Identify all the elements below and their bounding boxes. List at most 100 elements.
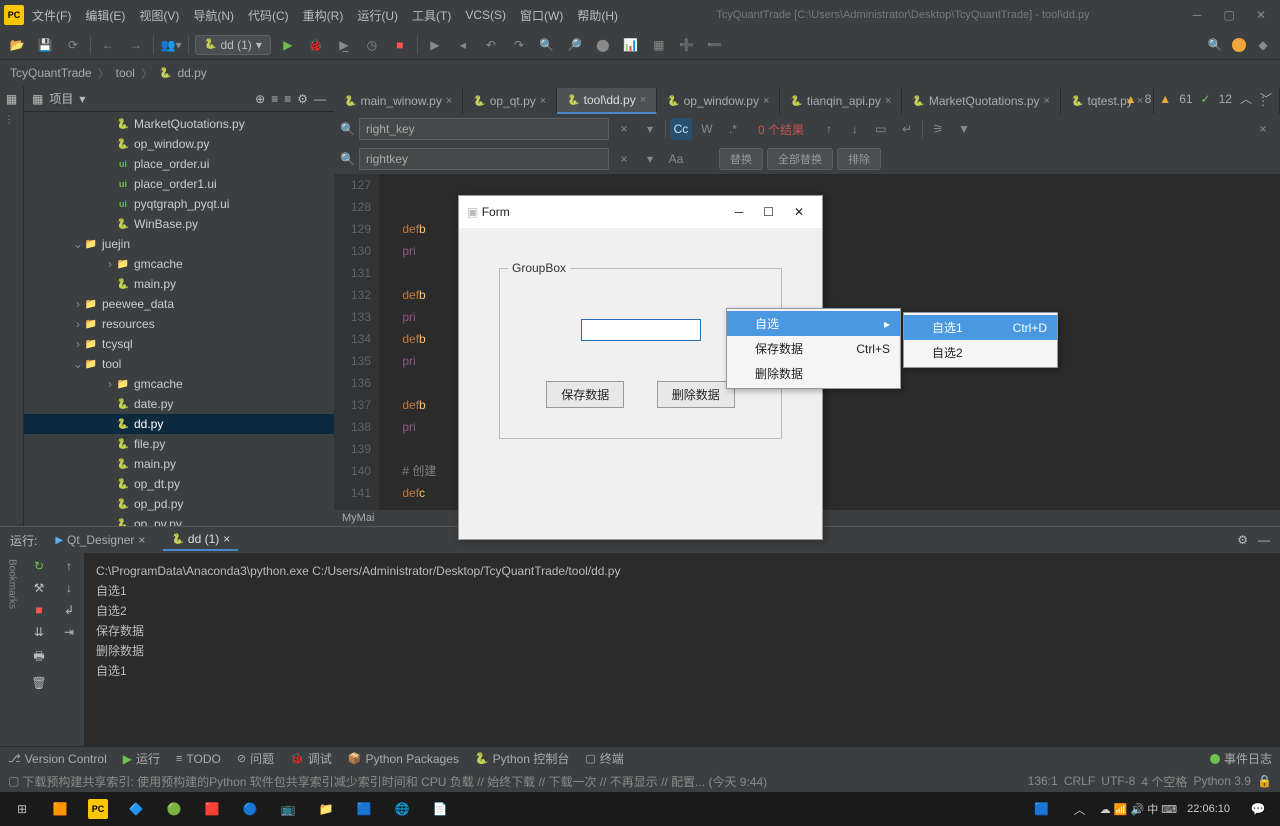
matchcase-icon[interactable]: Cc xyxy=(670,118,692,140)
tree-item[interactable]: 🐍MarketQuotations.py xyxy=(24,114,334,134)
run-tool[interactable]: ▶ 运行 xyxy=(123,750,160,767)
form-minimize-button[interactable]: ─ xyxy=(725,205,754,219)
tree-item[interactable]: 🐍dd.py xyxy=(24,414,334,434)
replace-all-button[interactable]: 全部替换 xyxy=(767,148,833,170)
menu-help[interactable]: 帮助(H) xyxy=(571,4,624,27)
step-into-icon[interactable]: ◂ xyxy=(452,34,474,56)
run-icon[interactable]: ▶ xyxy=(277,34,299,56)
forward-icon[interactable]: → xyxy=(125,34,147,56)
expand-all-icon[interactable]: ≡ xyxy=(271,92,278,106)
notification-icon[interactable] xyxy=(1232,38,1246,52)
scroll-end-icon[interactable]: ⇥ xyxy=(64,625,74,639)
tree-item[interactable]: ›📁gmcache xyxy=(24,254,334,274)
tray-time[interactable]: 22:06:10 xyxy=(1179,803,1238,815)
ctx-opt1[interactable]: 自选1Ctrl+D xyxy=(904,315,1057,340)
groupbox-text-input[interactable] xyxy=(581,319,701,341)
history-icon[interactable]: ▾ xyxy=(639,118,661,140)
caret-position[interactable]: 136:1 xyxy=(1028,774,1058,788)
sciview-icon[interactable]: ▦ xyxy=(648,34,670,56)
task-pycharm-icon[interactable]: PC xyxy=(80,794,116,824)
history-replace-icon[interactable]: ▾ xyxy=(639,148,661,170)
tray-app-icon[interactable]: 🟦 xyxy=(1024,794,1060,824)
add-icon[interactable]: ➕ xyxy=(676,34,698,56)
delete-data-button[interactable]: 删除数据 xyxy=(657,381,735,408)
settings-icon[interactable]: ⚙ xyxy=(297,92,308,106)
menu-refactor[interactable]: 重构(R) xyxy=(297,4,350,27)
close-button[interactable]: ✕ xyxy=(1246,5,1276,25)
down2-icon[interactable]: ↓ xyxy=(66,581,72,595)
prev-match-icon[interactable]: ↑ xyxy=(818,118,840,140)
run-console[interactable]: C:\ProgramData\Anaconda3\python.exe C:/U… xyxy=(84,553,1280,746)
status-icon[interactable]: ▢ xyxy=(8,774,19,788)
find-input[interactable] xyxy=(359,118,609,140)
stop-run-icon[interactable]: ■ xyxy=(35,603,42,617)
interpreter[interactable]: Python 3.9 xyxy=(1194,774,1251,788)
inspection-widget[interactable]: ▲8 ▲61 ✓12 ︿﹀ xyxy=(1125,90,1272,107)
task-app1-icon[interactable]: 🟧 xyxy=(42,794,78,824)
line-sep[interactable]: CRLF xyxy=(1064,774,1095,788)
tree-item[interactable]: ›📁peewee_data xyxy=(24,294,334,314)
minus-icon[interactable]: ➖ xyxy=(704,34,726,56)
print-icon[interactable]: 🖶 xyxy=(33,647,44,668)
down-icon[interactable]: ⇊ xyxy=(34,625,44,639)
tray-icons[interactable]: ☁ 📶 🔊 中 ⌨ xyxy=(1100,801,1178,817)
codewithme-icon[interactable]: 👥▾ xyxy=(160,34,182,56)
tree-item[interactable]: 🐍file.py xyxy=(24,434,334,454)
replace-input[interactable] xyxy=(359,148,609,170)
open-icon[interactable]: 📂 xyxy=(6,34,28,56)
debug-icon[interactable]: 🐞 xyxy=(305,34,327,56)
tree-item[interactable]: 🐍WinBase.py xyxy=(24,214,334,234)
debug-tool[interactable]: 🐞 调试 xyxy=(290,750,332,767)
tree-item[interactable]: 🐍op_window.py xyxy=(24,134,334,154)
rerun-icon[interactable]: ↻ xyxy=(34,559,44,573)
replace-button[interactable]: 替换 xyxy=(719,148,763,170)
tree-item[interactable]: ›📁gmcache xyxy=(24,374,334,394)
task-app10-icon[interactable]: 📄 xyxy=(422,794,458,824)
scientific-icon[interactable]: 📊 xyxy=(620,34,642,56)
todo-tool[interactable]: ≡ TODO xyxy=(176,752,221,766)
breadcrumb-root[interactable]: TcyQuantTrade xyxy=(10,66,92,80)
run-config-combo[interactable]: 🐍dd (1) ▾ xyxy=(195,35,271,55)
tree-item[interactable]: 🐍date.py xyxy=(24,394,334,414)
ctx-self-select[interactable]: 自选▸ xyxy=(727,311,900,336)
select-all-icon[interactable]: ▭ xyxy=(870,118,892,140)
menu-run[interactable]: 运行(U) xyxy=(351,4,404,27)
ide-icon[interactable]: ⬤ xyxy=(592,34,614,56)
exclude-button[interactable]: 排除 xyxy=(837,148,881,170)
maximize-button[interactable]: ▢ xyxy=(1214,5,1244,25)
breadcrumb-folder[interactable]: tool xyxy=(116,66,135,80)
packages-tool[interactable]: 📦 Python Packages xyxy=(348,752,459,766)
softwrap-icon[interactable]: ↲ xyxy=(64,603,74,617)
event-log-tool[interactable]: 事件日志 xyxy=(1210,750,1272,767)
minimize-button[interactable]: ─ xyxy=(1182,5,1212,25)
project-tree[interactable]: 🐍MarketQuotations.py🐍op_window.pyuiplace… xyxy=(24,112,334,526)
start-icon[interactable]: ⊞ xyxy=(4,794,40,824)
task-app2-icon[interactable]: 🔷 xyxy=(118,794,154,824)
tree-item[interactable]: 🐍op_pd.py xyxy=(24,494,334,514)
preserve-case-icon[interactable]: Aa xyxy=(665,148,687,170)
form-close-button[interactable]: ✕ xyxy=(784,205,814,219)
run-hide-icon[interactable]: — xyxy=(1258,533,1270,547)
find-icon[interactable]: 🔍 xyxy=(536,34,558,56)
coverage-icon[interactable]: ▶̲ xyxy=(333,34,355,56)
run-tab-qt[interactable]: ▶Qt_Designer × xyxy=(47,530,153,550)
task-app3-icon[interactable]: 🟢 xyxy=(156,794,192,824)
collapse-all-icon[interactable]: ≡ xyxy=(284,92,291,106)
tray-notif-icon[interactable]: 💬 xyxy=(1240,794,1276,824)
menu-file[interactable]: 文件(F) xyxy=(26,4,77,27)
redo-icon[interactable]: ↷ xyxy=(508,34,530,56)
filter-icon[interactable]: ⚞ xyxy=(927,118,949,140)
tree-item[interactable]: uipyqtgraph_pyqt.ui xyxy=(24,194,334,214)
tree-item[interactable]: 🐍main.py xyxy=(24,454,334,474)
editor-tab[interactable]: 🐍tianqin_api.py× xyxy=(780,88,902,114)
task-app7-icon[interactable]: 📁 xyxy=(308,794,344,824)
task-app8-icon[interactable]: 🟦 xyxy=(346,794,382,824)
tree-item[interactable]: ›📁tcysql xyxy=(24,334,334,354)
editor-tab[interactable]: 🐍main_winow.py× xyxy=(334,88,463,114)
indent[interactable]: 4 个空格 xyxy=(1141,773,1187,790)
menu-navigate[interactable]: 导航(N) xyxy=(187,4,240,27)
menu-edit[interactable]: 编辑(E) xyxy=(79,4,131,27)
menu-view[interactable]: 视图(V) xyxy=(133,4,185,27)
ctx-opt2[interactable]: 自选2 xyxy=(904,340,1057,365)
funnel-icon[interactable]: ▼ xyxy=(953,118,975,140)
